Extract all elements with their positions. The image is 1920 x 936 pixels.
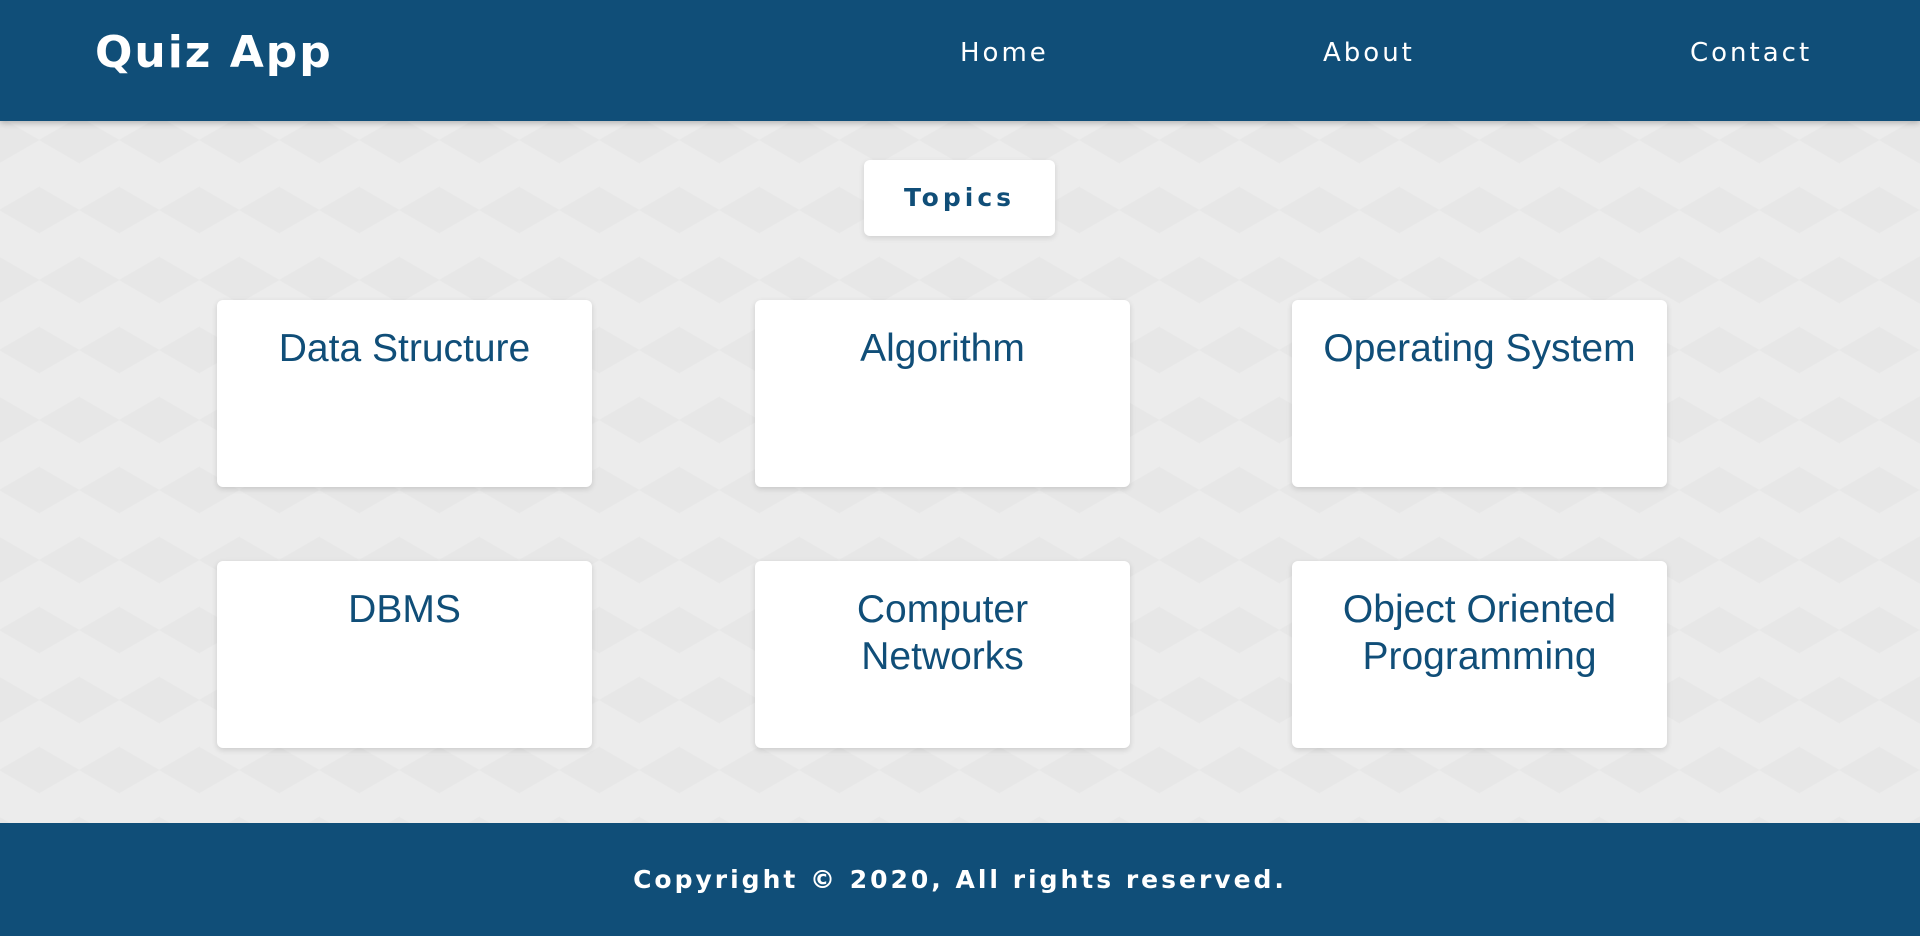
brand-logo[interactable]: Quiz App <box>95 0 333 106</box>
copyright-text: Copyright © 2020, All rights reserved. <box>633 865 1287 894</box>
topic-card-dbms[interactable]: DBMS <box>217 561 592 748</box>
topic-card-title: Computer Networks <box>856 588 1029 678</box>
topics-heading: Topics <box>864 160 1055 236</box>
topic-card-algorithm[interactable]: Algorithm <box>755 300 1130 487</box>
topic-card-title: Data Structure <box>278 327 531 370</box>
navbar: Quiz App Home About Contact <box>0 0 1920 121</box>
nav-link-contact[interactable]: Contact <box>1690 0 1812 106</box>
topic-card-object-oriented-programming[interactable]: Object Oriented Programming <box>1292 561 1667 748</box>
topic-card-title: Operating System <box>1323 327 1636 370</box>
topic-card-operating-system[interactable]: Operating System <box>1292 300 1667 487</box>
topic-card-title: DBMS <box>348 588 461 631</box>
nav-link-about[interactable]: About <box>1323 0 1415 106</box>
topic-card-title: Object Oriented Programming <box>1342 588 1617 678</box>
topic-card-computer-networks[interactable]: Computer Networks <box>755 561 1130 748</box>
topic-card-data-structure[interactable]: Data Structure <box>217 300 592 487</box>
footer: Copyright © 2020, All rights reserved. <box>0 823 1920 936</box>
nav-link-home[interactable]: Home <box>960 0 1049 106</box>
topic-card-title: Algorithm <box>860 327 1025 370</box>
